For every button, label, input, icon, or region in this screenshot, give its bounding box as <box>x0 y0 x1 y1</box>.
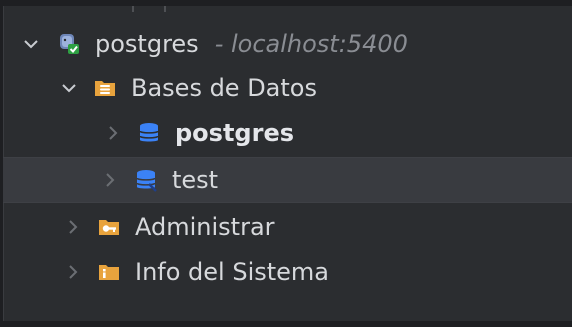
folder-icon <box>93 76 117 100</box>
admin-folder-label: Administrar <box>135 213 275 241</box>
database-icon <box>134 168 158 192</box>
tree-node-database-postgres[interactable]: postgres <box>3 110 572 156</box>
tree-node-database-test[interactable]: test <box>3 157 572 203</box>
tree-node-sysinfo-folder[interactable]: Info del Sistema <box>3 249 572 295</box>
postgres-connection-icon <box>57 32 81 56</box>
tree-node-connection[interactable]: postgres - localhost:5400 <box>3 21 572 67</box>
chevron-right-icon[interactable] <box>63 262 83 282</box>
connection-host: - localhost:5400 <box>214 30 408 58</box>
tree-node-admin-folder[interactable]: Administrar <box>3 204 572 250</box>
admin-folder-icon <box>97 215 121 239</box>
databases-folder-label: Bases de Datos <box>131 74 317 102</box>
chevron-right-icon[interactable] <box>103 123 123 143</box>
database-postgres-label: postgres <box>175 119 295 147</box>
panel-grip <box>132 6 166 12</box>
sysinfo-folder-label: Info del Sistema <box>135 258 330 286</box>
database-test-label: test <box>172 166 219 194</box>
panel-bottom-border <box>0 321 572 327</box>
chevron-right-icon[interactable] <box>63 217 83 237</box>
info-folder-icon <box>97 260 121 284</box>
database-icon <box>137 121 161 145</box>
tree-node-databases-folder[interactable]: Bases de Datos <box>3 65 572 111</box>
chevron-down-icon[interactable] <box>59 78 79 98</box>
connection-name: postgres <box>95 30 199 58</box>
chevron-down-icon[interactable] <box>21 34 41 54</box>
chevron-right-icon[interactable] <box>100 170 120 190</box>
